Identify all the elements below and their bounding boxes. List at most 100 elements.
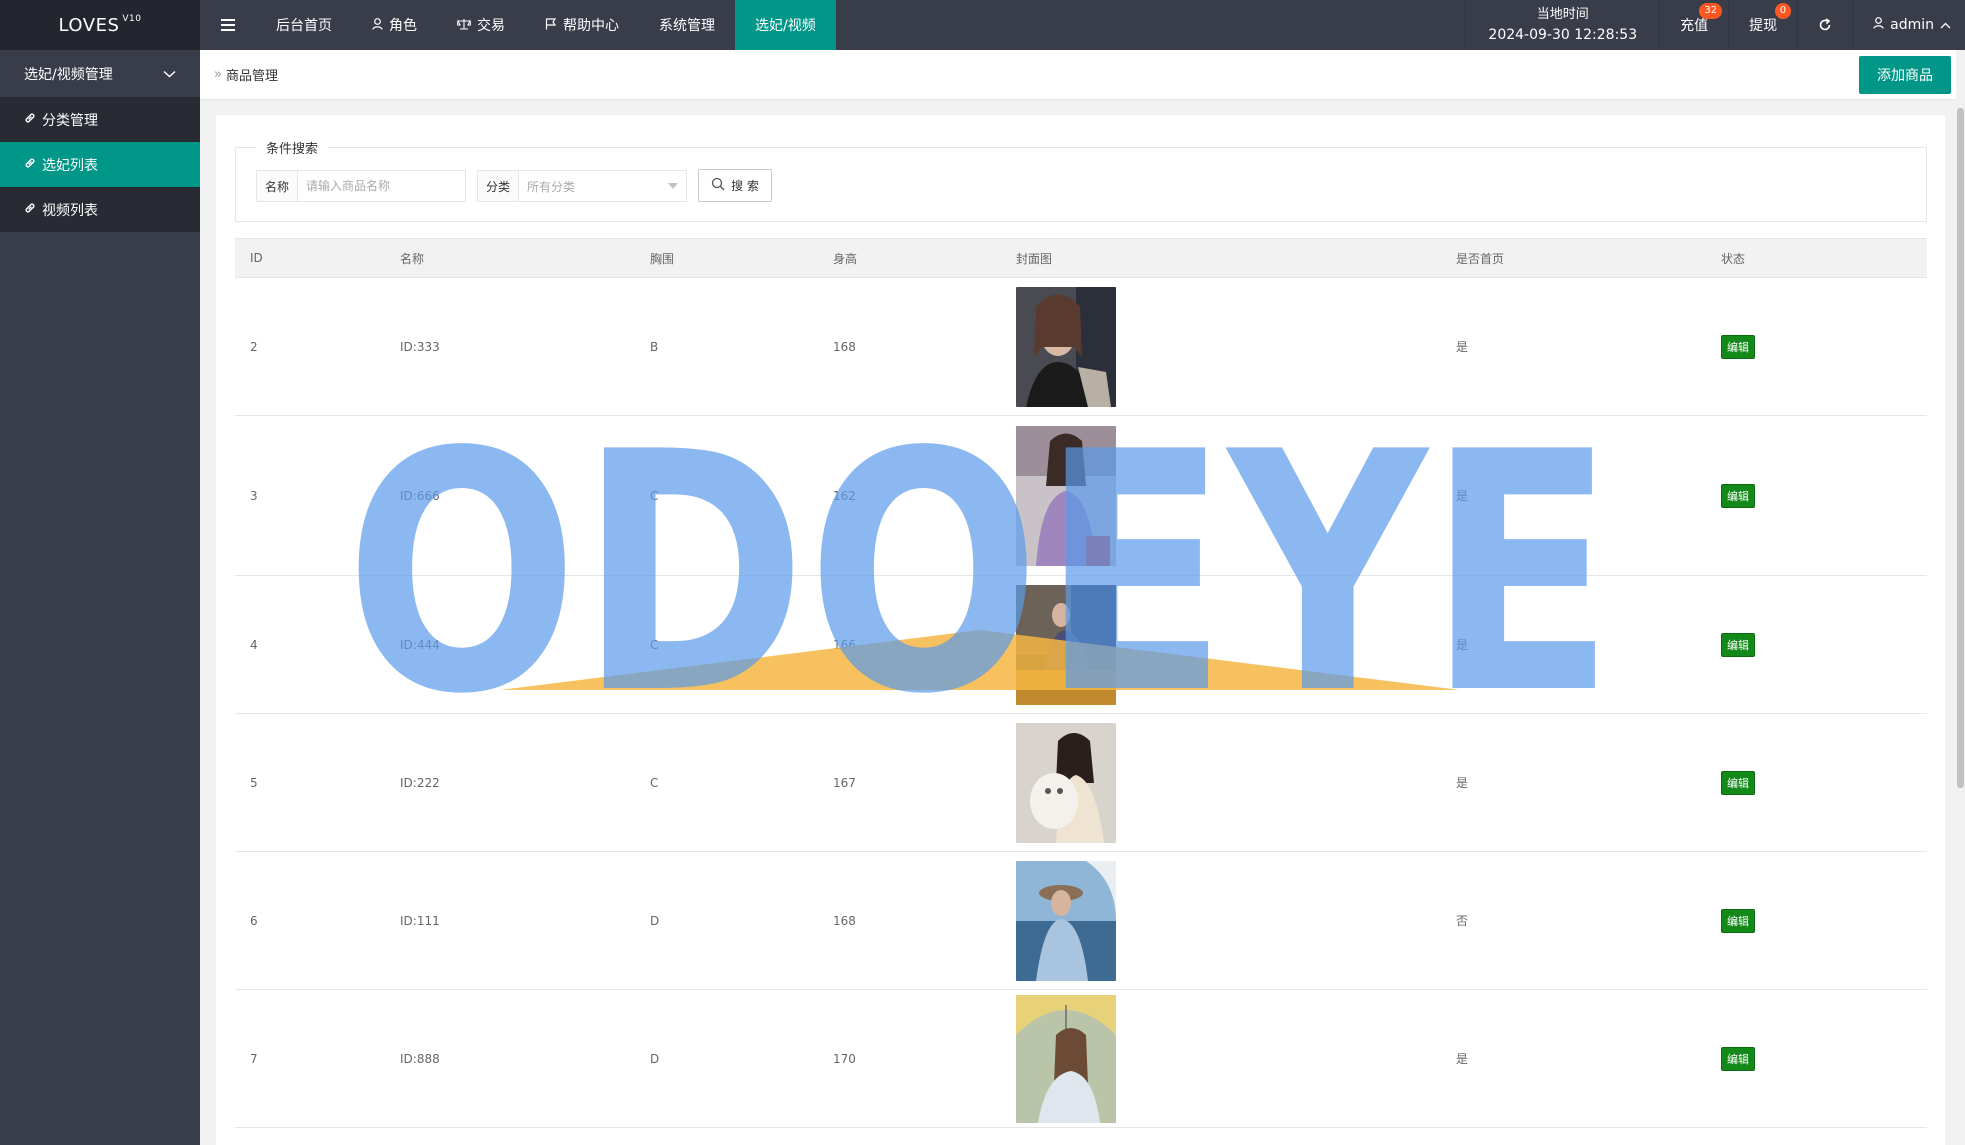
scale-icon xyxy=(456,18,472,33)
main-content: » 商品管理 添加商品 条件搜索 名称 分类 所有分类 搜 索 xyxy=(200,50,1965,1145)
nav-selection-video-label: 选妃/视频 xyxy=(755,18,816,34)
top-nav: 后台首页 角色 交易 帮助中心 系统管理 选妃/视频 xyxy=(256,0,836,50)
cell-bust: C xyxy=(635,415,818,576)
cell-status: 编辑 xyxy=(1706,989,1927,1128)
cell-bust: C xyxy=(635,575,818,714)
nav-system-label: 系统管理 xyxy=(659,18,715,34)
chevron-up-icon xyxy=(1940,17,1951,33)
cell-height: 162 xyxy=(818,415,1001,576)
name-filter: 名称 xyxy=(256,170,466,202)
scrollbar-thumb[interactable] xyxy=(1957,108,1964,788)
table-row: 4 ID:444 C 166 是 编辑 xyxy=(235,575,1927,714)
logo-version: V10 xyxy=(122,14,142,24)
category-filter: 分类 所有分类 xyxy=(477,170,687,202)
withdraw-button[interactable]: 提现 0 xyxy=(1728,0,1797,50)
nav-trade[interactable]: 交易 xyxy=(437,0,525,50)
sidebar-group-label: 选妃/视频管理 xyxy=(24,66,113,83)
category-select-value: 所有分类 xyxy=(527,179,576,194)
nav-system[interactable]: 系统管理 xyxy=(639,0,735,50)
cell-status: 编辑 xyxy=(1706,575,1927,714)
cell-home: 是 xyxy=(1441,713,1706,852)
user-name: admin xyxy=(1890,17,1934,33)
recharge-badge: 32 xyxy=(1699,3,1723,19)
menu-toggle-icon[interactable] xyxy=(200,0,256,50)
edit-button[interactable]: 编辑 xyxy=(1721,483,1755,508)
name-search-input[interactable] xyxy=(298,171,459,201)
app-logo[interactable]: LOVES V10 xyxy=(0,0,200,50)
add-product-button[interactable]: 添加商品 xyxy=(1859,56,1951,94)
sidebar-group-selection-video[interactable]: 选妃/视频管理 xyxy=(0,50,200,97)
col-bust: 胸围 xyxy=(635,238,818,278)
cell-id: 3 xyxy=(235,415,385,576)
cell-name: ID:333 xyxy=(385,277,635,416)
edit-button[interactable]: 编辑 xyxy=(1721,1046,1755,1071)
cell-cover xyxy=(1001,713,1441,852)
cover-image[interactable] xyxy=(1016,994,1116,1123)
cell-id: 5 xyxy=(235,713,385,852)
edit-button[interactable]: 编辑 xyxy=(1721,908,1755,933)
cell-status: 编辑 xyxy=(1706,277,1927,416)
cell-bust: D xyxy=(635,851,818,990)
cell-cover xyxy=(1001,277,1441,416)
nav-home[interactable]: 后台首页 xyxy=(256,0,352,50)
top-header: LOVES V10 后台首页 角色 交易 帮助中心 系统管理 选妃/视频 当地时间… xyxy=(0,0,1965,50)
cell-cover xyxy=(1001,575,1441,714)
user-icon xyxy=(372,17,383,33)
breadcrumb: » 商品管理 添加商品 xyxy=(200,50,1965,100)
cover-image[interactable] xyxy=(1016,584,1116,705)
cell-height: 168 xyxy=(818,277,1001,416)
breadcrumb-current: 商品管理 xyxy=(225,69,278,84)
category-filter-label: 分类 xyxy=(478,171,520,201)
recharge-button[interactable]: 充值 32 xyxy=(1659,0,1728,50)
nav-role[interactable]: 角色 xyxy=(352,0,437,50)
nav-help-label: 帮助中心 xyxy=(563,18,619,34)
cell-status: 编辑 xyxy=(1706,415,1927,576)
cell-name: ID:222 xyxy=(385,713,635,852)
cover-image[interactable] xyxy=(1016,722,1116,843)
table-row: 5 ID:222 C 167 是 编辑 xyxy=(235,713,1927,852)
cell-home: 是 xyxy=(1441,989,1706,1128)
cover-image[interactable] xyxy=(1016,860,1116,981)
edit-button[interactable]: 编辑 xyxy=(1721,770,1755,795)
withdraw-label: 提现 xyxy=(1749,18,1778,34)
cell-bust: D xyxy=(635,989,818,1128)
cell-cover xyxy=(1001,415,1441,576)
cell-cover xyxy=(1001,989,1441,1128)
logo-text: LOVES xyxy=(58,14,120,36)
col-height: 身高 xyxy=(818,238,1001,278)
refresh-icon[interactable] xyxy=(1797,0,1852,50)
flag-icon xyxy=(545,17,557,33)
content-panel: 条件搜索 名称 分类 所有分类 搜 索 xyxy=(216,115,1945,1145)
cell-height: 166 xyxy=(818,575,1001,714)
cell-height: 168 xyxy=(818,851,1001,990)
vertical-scrollbar[interactable] xyxy=(1956,50,1965,1145)
nav-help[interactable]: 帮助中心 xyxy=(525,0,639,50)
edit-button[interactable]: 编辑 xyxy=(1721,334,1755,359)
edit-button[interactable]: 编辑 xyxy=(1721,632,1755,657)
category-select[interactable]: 所有分类 xyxy=(519,178,686,195)
sidebar-item-selection-list[interactable]: 选妃列表 xyxy=(0,142,200,187)
search-legend: 条件搜索 xyxy=(256,138,329,157)
nav-role-label: 角色 xyxy=(389,18,417,34)
caret-down-icon xyxy=(668,183,678,189)
table-header-row: ID 名称 胸围 身高 封面图 是否首页 状态 xyxy=(235,238,1927,278)
cell-status: 编辑 xyxy=(1706,851,1927,990)
table-row: 3 ID:666 C 162 是 编辑 xyxy=(235,415,1927,576)
chevron-down-icon xyxy=(163,66,176,82)
search-icon xyxy=(711,177,725,194)
sidebar-item-label: 视频列表 xyxy=(42,202,98,219)
cell-name: ID:666 xyxy=(385,415,635,576)
cell-name: ID:444 xyxy=(385,575,635,714)
cover-image[interactable] xyxy=(1016,286,1116,407)
sidebar-item-category[interactable]: 分类管理 xyxy=(0,97,200,142)
cell-id: 4 xyxy=(235,575,385,714)
user-menu[interactable]: admin xyxy=(1852,0,1965,50)
nav-selection-video[interactable]: 选妃/视频 xyxy=(735,0,836,50)
col-name: 名称 xyxy=(385,238,635,278)
name-filter-label: 名称 xyxy=(257,171,299,201)
cover-image[interactable] xyxy=(1016,425,1116,566)
col-status: 状态 xyxy=(1706,238,1927,278)
search-button[interactable]: 搜 索 xyxy=(698,169,772,202)
sidebar-item-video-list[interactable]: 视频列表 xyxy=(0,187,200,232)
cell-cover xyxy=(1001,851,1441,990)
